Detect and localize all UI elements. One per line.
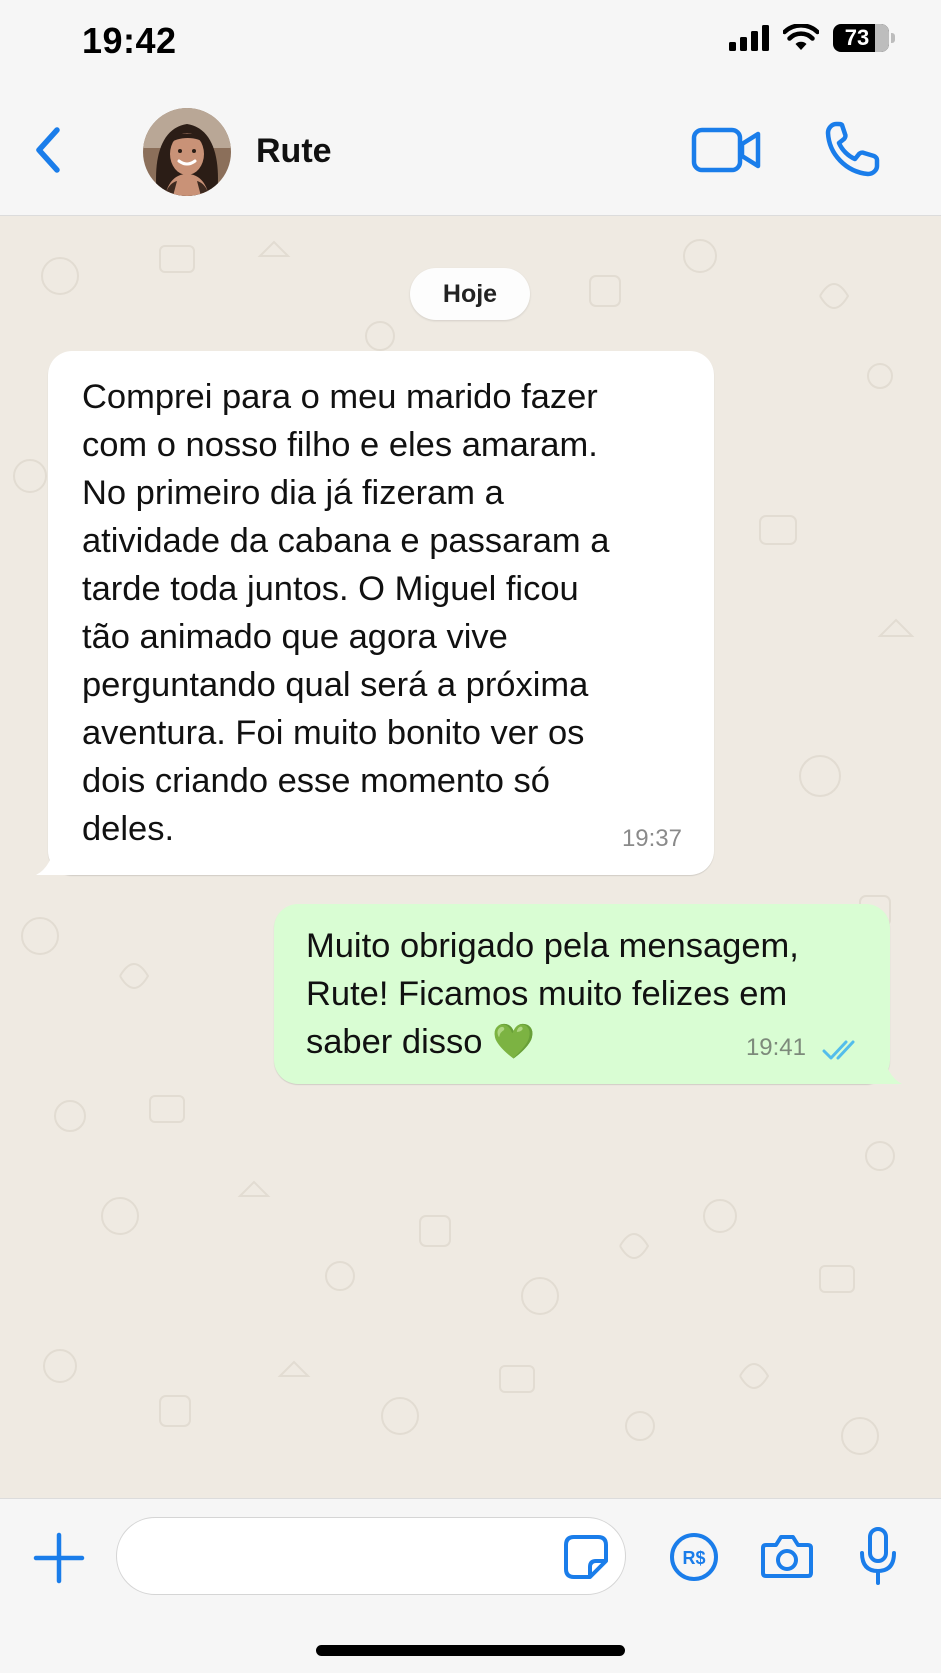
wifi-icon xyxy=(783,24,819,50)
camera-button[interactable] xyxy=(760,1531,814,1581)
bubble-tail xyxy=(864,1048,902,1084)
read-receipt-icon xyxy=(822,1040,855,1060)
status-icons: 73 xyxy=(729,24,895,52)
phone-icon xyxy=(825,121,880,177)
bubble-tail xyxy=(36,839,74,875)
camera-icon xyxy=(761,1535,813,1578)
status-time: 19:42 xyxy=(82,20,177,61)
contact-name[interactable]: Rute xyxy=(256,132,332,171)
composer-bar: R$ xyxy=(0,1498,941,1673)
avatar-image xyxy=(143,108,231,196)
message-input[interactable] xyxy=(141,1532,525,1582)
currency-brl-icon: R$ xyxy=(670,1533,718,1581)
microphone-button[interactable] xyxy=(858,1525,898,1587)
message-time: 19:37 xyxy=(621,825,682,852)
plus-icon xyxy=(33,1532,85,1584)
avatar[interactable] xyxy=(143,108,231,196)
home-indicator xyxy=(316,1645,625,1656)
video-call-button[interactable] xyxy=(690,120,762,180)
svg-text:R$: R$ xyxy=(682,1548,705,1568)
status-bar: 19:42 73 xyxy=(0,0,941,90)
message-time: 19:41 xyxy=(745,1034,806,1061)
battery-level: 73 xyxy=(844,25,870,50)
message-text: Comprei para o meu marido fazer com o no… xyxy=(82,378,610,848)
outgoing-message[interactable]: Muito obrigado pela mensagem, Rute! Fica… xyxy=(274,904,902,1084)
attach-button[interactable] xyxy=(30,1529,88,1587)
back-button[interactable] xyxy=(26,120,70,180)
chevron-left-icon xyxy=(36,127,60,173)
message-input-box[interactable] xyxy=(116,1517,626,1595)
voice-call-button[interactable] xyxy=(822,118,882,180)
video-camera-icon xyxy=(691,127,761,173)
chat-area[interactable]: Hoje Comprei para o meu marido fazer com… xyxy=(0,216,941,1498)
microphone-icon xyxy=(860,1527,896,1585)
chat-header: Rute xyxy=(0,90,941,216)
sticker-icon xyxy=(564,1535,608,1579)
incoming-message[interactable]: Comprei para o meu marido fazer com o no… xyxy=(36,351,714,875)
battery-indicator: 73 xyxy=(833,24,895,52)
payment-button[interactable]: R$ xyxy=(668,1531,720,1583)
sticker-button[interactable] xyxy=(562,1533,610,1581)
signal-icon xyxy=(729,25,769,51)
date-separator: Hoje xyxy=(410,268,530,320)
